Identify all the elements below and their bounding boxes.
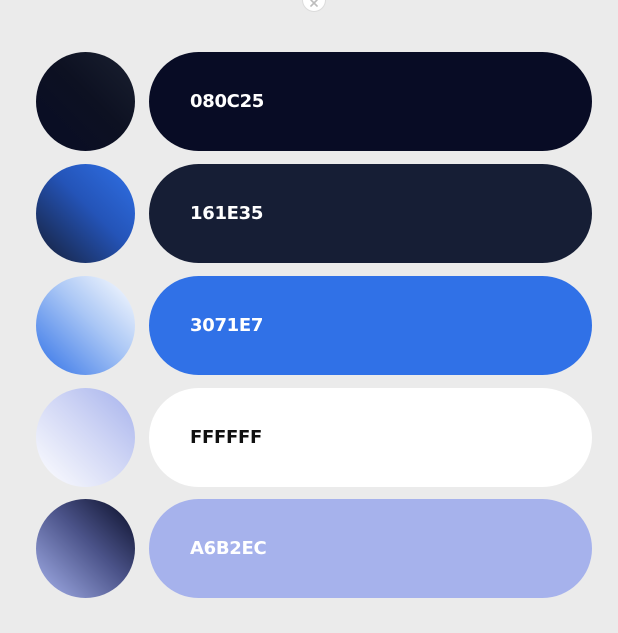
close-icon	[310, 0, 318, 7]
hex-code-label: FFFFFF	[190, 427, 262, 448]
close-button[interactable]	[302, 0, 326, 12]
color-row-4: FFFFFF	[0, 388, 618, 487]
hex-code-label: A6B2EC	[190, 538, 267, 559]
color-swatch-circle	[36, 52, 135, 151]
color-pill[interactable]: A6B2EC	[149, 499, 592, 598]
color-row-3: 3071E7	[0, 276, 618, 375]
hex-code-label: 161E35	[190, 203, 264, 224]
color-swatch-circle	[36, 388, 135, 487]
color-swatch-circle	[36, 276, 135, 375]
color-row-5: A6B2EC	[0, 499, 618, 598]
color-swatch-circle	[36, 499, 135, 598]
color-pill[interactable]: 3071E7	[149, 276, 592, 375]
hex-code-label: 3071E7	[190, 315, 264, 336]
color-pill[interactable]: FFFFFF	[149, 388, 592, 487]
color-row-2: 161E35	[0, 164, 618, 263]
color-pill[interactable]: 080C25	[149, 52, 592, 151]
color-row-1: 080C25	[0, 52, 618, 151]
color-pill[interactable]: 161E35	[149, 164, 592, 263]
color-swatch-circle	[36, 164, 135, 263]
hex-code-label: 080C25	[190, 91, 265, 112]
